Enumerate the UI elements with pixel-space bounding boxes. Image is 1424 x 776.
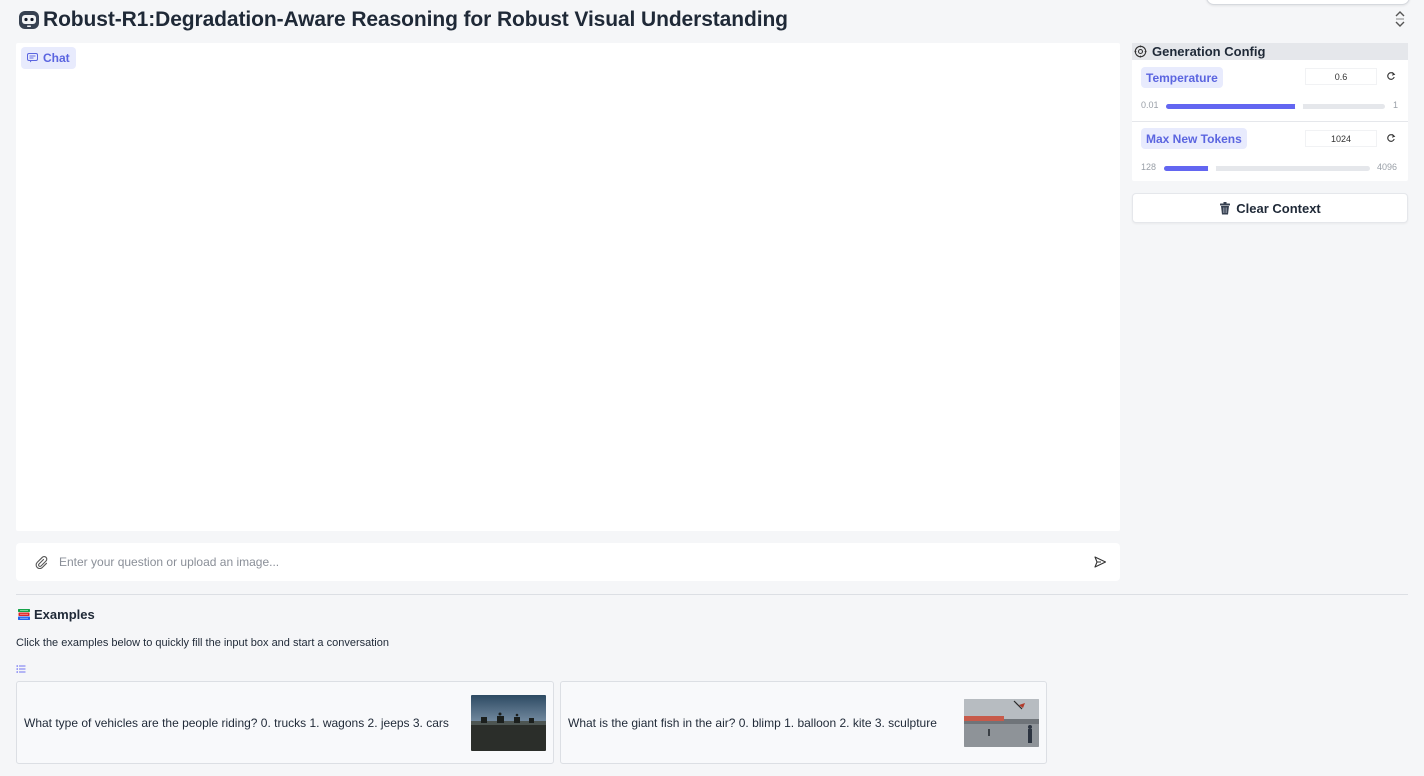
example-text: What is the giant fish in the air? 0. bl…: [568, 715, 937, 730]
top-dropdown[interactable]: [1206, 0, 1410, 5]
examples-title: Examples: [34, 607, 95, 622]
temperature-max: 1: [1393, 100, 1399, 110]
gear-icon: [1134, 45, 1147, 58]
list-icon: [16, 665, 26, 673]
temperature-slider-thumb[interactable]: [1295, 103, 1303, 110]
chat-label: Chat: [21, 47, 76, 69]
temperature-label: Temperature: [1141, 67, 1223, 88]
robot-face-icon: [19, 11, 39, 29]
max-tokens-value-input[interactable]: 1024: [1305, 130, 1377, 147]
message-input-bar: [16, 543, 1120, 581]
reset-icon[interactable]: [1386, 133, 1396, 143]
config-title: Generation Config: [1152, 44, 1266, 59]
max-tokens-slider[interactable]: [1164, 165, 1370, 172]
chat-panel: Chat: [16, 43, 1120, 531]
chat-bubble-icon: [27, 53, 38, 63]
generation-config-panel: Generation Config Temperature 0.6 0.01 1…: [1132, 43, 1408, 181]
trash-icon: [1220, 201, 1231, 214]
config-header: Generation Config: [1132, 43, 1408, 60]
example-text: What type of vehicles are the people rid…: [24, 715, 449, 730]
chat-label-text: Chat: [43, 51, 70, 65]
temperature-min: 0.01: [1141, 100, 1159, 110]
examples-description: Click the examples below to quickly fill…: [16, 637, 389, 649]
section-divider: [16, 594, 1408, 595]
app-header: Robust-R1:Degradation-Aware Reasoning fo…: [17, 6, 788, 34]
example-card[interactable]: What is the giant fish in the air? 0. bl…: [560, 681, 1047, 764]
sort-arrows-icon[interactable]: [1394, 9, 1406, 29]
message-input[interactable]: [59, 555, 1093, 569]
paperclip-icon[interactable]: [34, 555, 48, 569]
max-tokens-min: 128: [1141, 162, 1157, 172]
example-thumbnail-image: [471, 694, 546, 751]
max-tokens-slider-fill: [1164, 166, 1210, 171]
temperature-value-input[interactable]: 0.6: [1305, 68, 1377, 85]
example-thumbnail-image: [964, 698, 1039, 747]
send-icon[interactable]: [1093, 555, 1107, 569]
clear-context-label: Clear Context: [1236, 200, 1321, 216]
max-tokens-slider-group: Max New Tokens 1024 128 4096: [1132, 121, 1408, 172]
example-card[interactable]: What type of vehicles are the people rid…: [16, 681, 554, 764]
page-title: Robust-R1:Degradation-Aware Reasoning fo…: [43, 8, 788, 31]
max-tokens-slider-thumb[interactable]: [1208, 165, 1216, 172]
examples-heading: Examples: [17, 607, 95, 622]
books-icon: [18, 609, 30, 620]
temperature-slider[interactable]: [1166, 103, 1385, 110]
max-tokens-max: 4096: [1377, 162, 1398, 172]
temperature-slider-fill: [1166, 104, 1297, 109]
reset-icon[interactable]: [1386, 71, 1396, 81]
max-tokens-label: Max New Tokens: [1141, 128, 1247, 149]
clear-context-button[interactable]: Clear Context: [1132, 193, 1408, 223]
